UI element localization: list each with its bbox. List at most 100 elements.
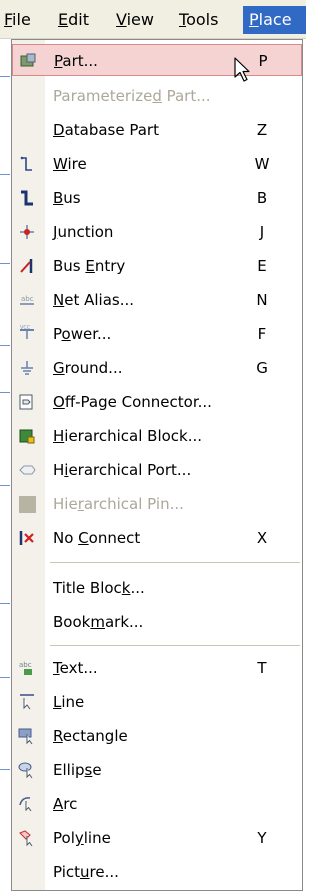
label-part: ntry — [94, 257, 126, 275]
label-part: erarchical Port... — [68, 461, 192, 479]
canvas-guide-line — [0, 603, 10, 604]
menu-item-line[interactable]: Line — [12, 686, 302, 718]
canvas-guide-line — [0, 345, 10, 346]
menu-item-bus-entry[interactable]: Bus Entry E — [12, 250, 302, 282]
label-part: H — [53, 461, 65, 479]
menu-label: lace — [258, 10, 292, 29]
label-part: ark... — [104, 613, 144, 631]
menu-item-label: Ground... — [53, 352, 122, 384]
label-part: ... — [130, 579, 145, 597]
menu-item-no-connect[interactable]: No Connect X — [12, 522, 302, 554]
menu-item-hierarchical-block[interactable]: Hierarchical Block... — [12, 420, 302, 452]
label-part: wer... — [70, 325, 112, 343]
bus-entry-icon — [18, 257, 36, 275]
svg-text:abc: abc — [21, 295, 34, 303]
no-connect-icon — [18, 529, 36, 547]
menu-item-label: Wire — [53, 148, 87, 180]
menu-item-power[interactable]: VCC Power... F — [12, 318, 302, 350]
canvas-guide-line — [0, 485, 10, 486]
menu-item-label: Hierarchical Block... — [53, 420, 202, 452]
menu-item-label: Hierarchical Pin... — [53, 488, 184, 520]
rectangle-icon — [18, 727, 36, 745]
label-part: ine — [61, 693, 85, 711]
label-part: Pol — [53, 829, 75, 847]
menu-label: iew — [126, 10, 154, 29]
menu-item-arc[interactable]: Arc — [12, 788, 302, 820]
access-key: O — [53, 393, 65, 411]
label-part: ierarchical Block... — [64, 427, 203, 445]
label-part: et Alias... — [64, 291, 135, 309]
menu-item-label: No Connect — [53, 522, 140, 554]
polyline-icon — [18, 829, 36, 847]
access-key: u — [80, 863, 90, 881]
label-part: Ellip — [53, 761, 85, 779]
menu-item-text[interactable]: abc Text... T — [12, 652, 302, 684]
bus-icon — [18, 189, 36, 207]
menu-item-ellipse[interactable]: Ellipse — [12, 754, 302, 786]
menu-access-key: P — [249, 10, 259, 29]
menu-item-ground[interactable]: Ground... G — [12, 352, 302, 384]
shortcut-key: J — [259, 223, 265, 241]
menu-item-polyline[interactable]: Polyline Y — [12, 822, 302, 854]
label-part: ectangle — [62, 727, 128, 745]
application-window: File Edit View Tools Place Part... P Par… — [0, 0, 306, 891]
label-part: Parameterize — [53, 87, 153, 105]
menu-item-label: Picture... — [53, 856, 119, 888]
canvas-guide-line — [0, 76, 10, 77]
menu-item-junction[interactable]: Junction J — [12, 216, 302, 248]
line-icon — [18, 693, 36, 711]
menu-access-key: E — [58, 10, 69, 29]
menu-access-key: V — [116, 10, 127, 29]
arc-icon — [18, 795, 36, 813]
shortcut-key: G — [256, 359, 268, 377]
menu-label: ile — [12, 10, 31, 29]
shortcut-key: Z — [256, 121, 268, 139]
access-key: A — [53, 795, 64, 813]
menu-item-label: Title Block... — [53, 572, 145, 604]
menu-file[interactable]: File — [0, 6, 37, 34]
menu-item-picture[interactable]: Picture... — [12, 856, 302, 888]
label-part: Title Bloc — [53, 579, 122, 597]
menu-edit[interactable]: Edit — [52, 6, 95, 34]
svg-text:VCC: VCC — [20, 325, 31, 331]
hierarchical-block-icon — [18, 427, 36, 445]
menu-item-bus[interactable]: Bus B — [12, 182, 302, 214]
label-part: ff-Page Connector... — [64, 393, 212, 411]
label-part: us — [63, 189, 81, 207]
access-key: d — [152, 87, 162, 105]
label-part: e — [92, 761, 102, 779]
access-key: m — [90, 613, 105, 631]
access-key: R — [53, 727, 63, 745]
mouse-cursor-icon — [233, 57, 261, 87]
menu-place[interactable]: Place — [243, 6, 306, 34]
menu-item-rectangle[interactable]: Rectangle — [12, 720, 302, 752]
place-menu-dropdown: Part... P Parameterized Part... Database… — [11, 39, 303, 891]
shortcut-key: Y — [257, 829, 267, 847]
hierarchical-port-icon — [18, 461, 36, 479]
menu-item-bookmark[interactable]: Bookmark... — [12, 606, 302, 638]
menu-item-label: Off-Page Connector... — [53, 386, 212, 418]
label-part: P — [53, 325, 62, 343]
menu-item-wire[interactable]: Wire W — [12, 148, 302, 180]
menu-item-hierarchical-port[interactable]: Hierarchical Port... — [12, 454, 302, 486]
menu-item-off-page-connector[interactable]: Off-Page Connector... — [12, 386, 302, 418]
canvas-guide-line — [0, 263, 10, 264]
menu-access-key: F — [4, 10, 13, 29]
label-part: re... — [89, 863, 119, 881]
label-part: unction — [57, 223, 114, 241]
label-part: Bus — [53, 257, 86, 275]
menu-tools[interactable]: Tools — [173, 6, 224, 34]
menu-item-title-block[interactable]: Title Block... — [12, 572, 302, 604]
menu-item-net-alias[interactable]: abc Net Alias... N — [12, 284, 302, 316]
label-part: onnect — [88, 529, 141, 547]
net-alias-icon: abc — [18, 291, 36, 309]
access-key: D — [53, 121, 65, 139]
shortcut-key: X — [256, 529, 268, 547]
canvas-guide-line — [0, 392, 10, 393]
shortcut-key: W — [254, 155, 270, 173]
menu-item-database-part[interactable]: Database Part Z — [12, 114, 302, 146]
text-icon: abc — [18, 659, 36, 677]
menu-item-label: Arc — [53, 788, 77, 820]
off-page-connector-icon — [18, 393, 36, 411]
menu-view[interactable]: View — [110, 6, 160, 34]
